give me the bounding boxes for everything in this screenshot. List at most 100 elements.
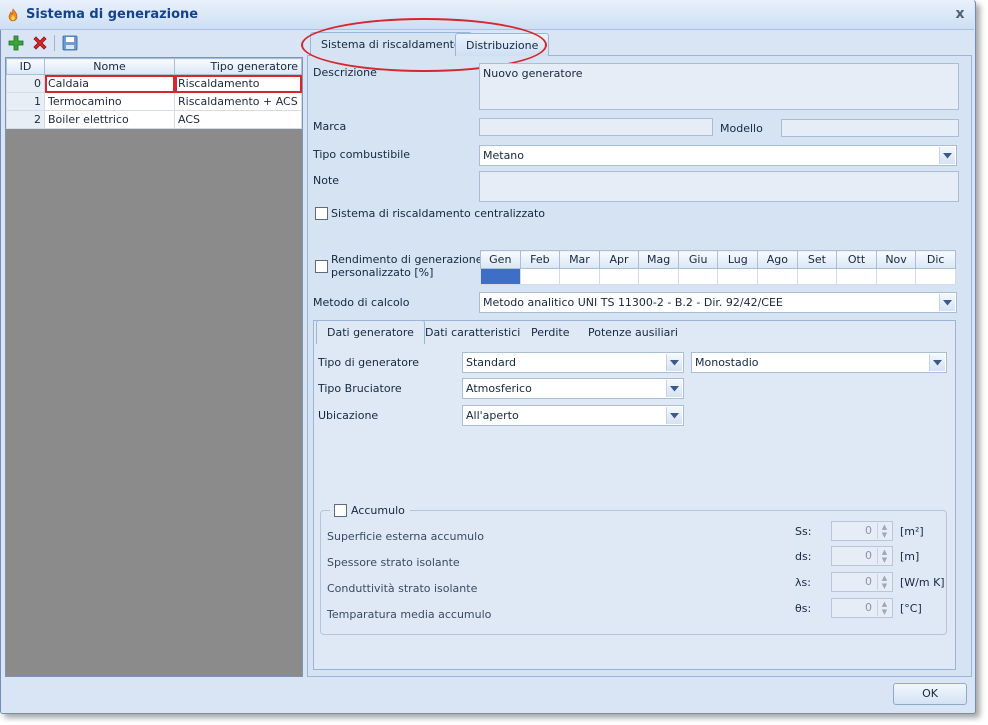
note-field[interactable]: [479, 171, 959, 202]
spinner-arrows-icon[interactable]: ▲ ▼: [877, 523, 891, 539]
tipo-generatore-label: Tipo di generatore: [318, 356, 420, 369]
row-id: 2: [6, 110, 45, 129]
spessore-unit: [m]: [900, 550, 920, 563]
tipo-combustibile-value: Metano: [483, 149, 525, 162]
row-nome[interactable]: Boiler elettrico: [44, 110, 175, 129]
row-nome[interactable]: Caldaia: [44, 74, 175, 93]
metodo-select[interactable]: Metodo analitico UNI TS 11300-2 - B.2 - …: [479, 292, 957, 313]
superficie-unit: [m²]: [900, 525, 924, 538]
month-cell[interactable]: [757, 268, 798, 285]
chevron-down-icon[interactable]: [666, 380, 682, 397]
tipo-bruciatore-select[interactable]: Atmosferico: [462, 378, 684, 399]
accumulo-checkbox[interactable]: [334, 504, 347, 517]
spinner-arrows-icon[interactable]: ▲ ▼: [877, 548, 891, 564]
temperatura-spinner[interactable]: 0 ▲ ▼: [831, 598, 893, 618]
table-row[interactable]: 2 Boiler elettrico ACS: [6, 110, 302, 129]
month-header: Set: [796, 250, 838, 269]
rendimento-checkbox[interactable]: [315, 260, 328, 273]
plus-icon[interactable]: [6, 33, 26, 53]
tab-dati-caratteristici[interactable]: Dati caratteristici: [425, 326, 520, 339]
month-cell[interactable]: [915, 268, 956, 285]
month-header: Dic: [915, 250, 956, 269]
tab-perdite[interactable]: Perdite: [531, 326, 569, 339]
spessore-spinner[interactable]: 0 ▲ ▼: [831, 546, 893, 566]
month-cell[interactable]: [638, 268, 679, 285]
grid-toolbar: [4, 32, 303, 54]
spessore-value: 0: [865, 549, 872, 562]
rendimento-label-1: Rendimento di generazione: [331, 253, 483, 266]
month-cell[interactable]: [717, 268, 759, 285]
chevron-down-icon[interactable]: [666, 354, 682, 371]
marca-field[interactable]: [479, 118, 713, 136]
centralizzato-label: Sistema di riscaldamento centralizzato: [331, 207, 546, 220]
tipo-combustibile-select[interactable]: Metano: [479, 145, 957, 166]
flame-icon: [8, 8, 18, 22]
ubicazione-value: All'aperto: [466, 409, 519, 422]
month-cell[interactable]: [559, 268, 600, 285]
month-header: Apr: [598, 250, 640, 269]
centralizzato-checkbox[interactable]: [315, 207, 328, 220]
tipo-generatore-value: Standard: [466, 356, 517, 369]
metodo-value: Metodo analitico UNI TS 11300-2 - B.2 - …: [483, 296, 783, 309]
month-header: Gen: [480, 250, 521, 269]
conduttivita-value: 0: [865, 575, 872, 588]
row-nome[interactable]: Termocamino: [44, 92, 175, 111]
superficie-symbol: Ss:: [795, 525, 812, 538]
accumulo-label: Accumulo: [351, 504, 405, 517]
row-id: 0: [6, 74, 45, 93]
month-header: Nov: [875, 250, 917, 269]
tipo-generatore-select[interactable]: Standard: [462, 352, 684, 373]
modello-field[interactable]: [781, 119, 959, 137]
temperatura-value: 0: [865, 601, 872, 614]
column-header-id[interactable]: ID: [6, 58, 45, 75]
month-header: Ago: [757, 250, 798, 269]
month-cell[interactable]: [480, 268, 521, 285]
tab-dati-generatore[interactable]: Dati generatore: [316, 320, 425, 344]
column-header-tipo[interactable]: Tipo generatore: [174, 58, 302, 75]
column-header-nome[interactable]: Nome: [44, 58, 175, 75]
descrizione-label: Descrizione: [313, 66, 377, 79]
superficie-spinner[interactable]: 0 ▲ ▼: [831, 521, 893, 541]
descrizione-field[interactable]: Nuovo generatore: [479, 63, 959, 110]
chevron-down-icon[interactable]: [939, 294, 955, 311]
spessore-label: Spessore strato isolante: [327, 556, 460, 569]
temperatura-label: Temparatura media accumulo: [327, 608, 492, 621]
chevron-down-icon[interactable]: [666, 407, 682, 424]
delete-x-icon[interactable]: [30, 33, 50, 53]
table-row[interactable]: 1 Termocamino Riscaldamento + ACS: [6, 92, 302, 111]
metodo-label: Metodo di calcolo: [313, 296, 410, 309]
row-tipo[interactable]: ACS: [174, 110, 302, 129]
conduttivita-spinner[interactable]: 0 ▲ ▼: [831, 572, 893, 592]
ok-button[interactable]: OK: [893, 683, 967, 705]
month-cell[interactable]: [598, 268, 640, 285]
spinner-arrows-icon[interactable]: ▲ ▼: [877, 600, 891, 616]
month-cell[interactable]: [796, 268, 838, 285]
modello-label: Modello: [720, 122, 763, 135]
stadio-select[interactable]: Monostadio: [691, 352, 947, 373]
note-label: Note: [313, 174, 340, 187]
month-header: Lug: [717, 250, 759, 269]
generators-table: ID Nome Tipo generatore 0 Caldaia Riscal…: [6, 58, 302, 129]
month-cell[interactable]: [836, 268, 877, 285]
superficie-label: Superficie esterna accumulo: [327, 530, 484, 543]
spinner-arrows-icon[interactable]: ▲ ▼: [877, 574, 891, 590]
conduttivita-label: Conduttività strato isolante: [327, 582, 478, 595]
month-cell[interactable]: [519, 268, 561, 285]
row-tipo[interactable]: Riscaldamento + ACS: [174, 92, 302, 111]
tab-potenze-ausiliari[interactable]: Potenze ausiliari: [588, 326, 678, 339]
row-tipo[interactable]: Riscaldamento: [174, 74, 302, 93]
chevron-down-icon[interactable]: [929, 354, 945, 371]
month-cell[interactable]: [677, 268, 719, 285]
ubicazione-label: Ubicazione: [318, 409, 379, 422]
spessore-symbol: ds:: [795, 550, 812, 563]
tipo-bruciatore-value: Atmosferico: [466, 382, 532, 395]
close-icon[interactable]: x: [952, 6, 968, 22]
chevron-down-icon[interactable]: [939, 147, 955, 164]
table-row[interactable]: 0 Caldaia Riscaldamento: [6, 74, 302, 93]
month-cell[interactable]: [875, 268, 917, 285]
ubicazione-select[interactable]: All'aperto: [462, 405, 684, 426]
save-icon[interactable]: [60, 33, 80, 53]
stadio-value: Monostadio: [695, 356, 759, 369]
month-header: Mar: [559, 250, 600, 269]
conduttivita-symbol: λs:: [795, 576, 811, 589]
